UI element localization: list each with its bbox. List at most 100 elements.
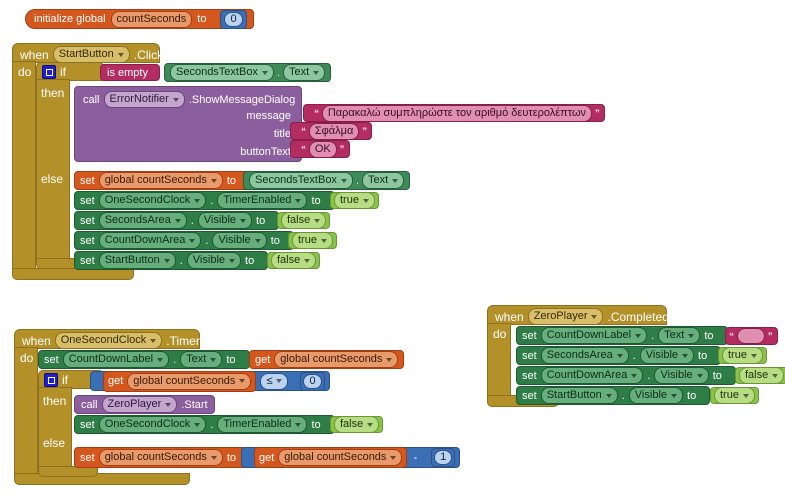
chevron-down-icon[interactable] <box>295 422 302 427</box>
set-component-dropdown[interactable]: SecondsArea <box>98 212 187 229</box>
chevron-down-icon[interactable] <box>295 198 302 203</box>
block-set-onesecondclock-timerenabled[interactable]: set OneSecondClock . TimerEnabled to <box>74 191 335 210</box>
chevron-down-icon[interactable] <box>150 338 157 343</box>
set-component-dropdown[interactable]: StartButton <box>98 252 176 269</box>
block-text-message[interactable]: ❝ Παρακαλώ συμπληρώστε τον αριθμό δευτερ… <box>303 104 605 122</box>
set-property-dropdown[interactable]: Text <box>658 327 701 344</box>
set-property-dropdown[interactable]: Visible <box>628 387 684 404</box>
logic-value-dropdown[interactable]: false <box>739 367 785 384</box>
block-set-countdownarea-visible[interactable]: set CountDownArea . Visible to <box>74 231 294 250</box>
chevron-down-icon[interactable] <box>304 258 311 263</box>
block-initialize-global[interactable]: initialize global countSeconds to 0 <box>25 9 254 29</box>
block-set-onesecondclock-timerenabled-2[interactable]: set OneSecondClock . TimerEnabled to <box>74 415 335 434</box>
chevron-down-icon[interactable] <box>276 379 283 383</box>
block-is-empty[interactable]: is empty <box>100 64 160 81</box>
chevron-down-icon[interactable] <box>367 422 374 427</box>
chevron-down-icon[interactable] <box>210 178 217 183</box>
chevron-down-icon[interactable] <box>591 314 598 319</box>
block-logic-false-2[interactable]: false <box>267 252 321 269</box>
block-set-global-countseconds[interactable]: set global countSeconds to <box>74 171 251 190</box>
comparison-operator-dropdown[interactable]: ≤ <box>260 372 289 390</box>
set-component-dropdown[interactable]: SecondsArea <box>540 347 629 364</box>
logic-value-dropdown[interactable]: true <box>722 347 763 364</box>
logic-value-dropdown[interactable]: false <box>334 416 380 433</box>
logic-value-dropdown[interactable]: true <box>714 387 755 404</box>
global-name-field[interactable]: countSeconds <box>110 10 193 28</box>
chevron-down-icon[interactable] <box>314 218 321 223</box>
block-logic-false-1[interactable]: false <box>277 212 331 229</box>
chevron-down-icon[interactable] <box>605 393 612 398</box>
chevron-down-icon[interactable] <box>390 455 397 460</box>
set-property-dropdown[interactable]: Visible <box>654 367 709 384</box>
getter-property-dropdown[interactable]: Text <box>362 172 405 189</box>
block-getter-secondstextbox-text[interactable]: SecondsTextBox . Text <box>164 63 332 82</box>
set-component-dropdown[interactable]: CountDownArea <box>98 232 202 249</box>
chevron-down-icon[interactable] <box>210 357 217 362</box>
set-component-dropdown[interactable]: OneSecondClock <box>98 416 207 433</box>
chevron-down-icon[interactable] <box>696 373 703 378</box>
block-set-startbutton-visible[interactable]: set StartButton . Visible to <box>74 251 269 270</box>
set-property-dropdown[interactable]: TimerEnabled <box>217 416 308 433</box>
block-subtraction[interactable]: get global countSeconds - 1 <box>241 447 461 468</box>
block-set-countdownarea-visible-2[interactable]: set CountDownArea . Visible to <box>516 366 736 385</box>
block-number-zero[interactable]: 0 <box>300 371 325 391</box>
block-set-secondsarea-visible[interactable]: set SecondsArea . Visible to <box>74 211 280 230</box>
call-component-dropdown[interactable]: ZeroPlayer <box>101 396 178 413</box>
chevron-down-icon[interactable] <box>172 97 179 102</box>
chevron-down-icon[interactable] <box>616 353 623 358</box>
set-property-dropdown[interactable]: Text <box>180 351 223 368</box>
chevron-down-icon[interactable] <box>688 333 695 338</box>
mutator-icon[interactable] <box>44 373 58 387</box>
chevron-down-icon[interactable] <box>362 198 369 203</box>
set-component-dropdown[interactable]: OneSecondClock <box>98 192 207 209</box>
set-property-dropdown[interactable]: Visible <box>186 252 242 269</box>
mutator-icon[interactable] <box>42 65 56 79</box>
block-set-countdownlabel-text-empty[interactable]: set CountDownLabel . Text to <box>516 326 728 345</box>
getter-property-dropdown[interactable]: Text <box>283 64 326 81</box>
get-variable-dropdown[interactable]: global countSeconds <box>127 372 252 390</box>
set-component-dropdown[interactable]: StartButton <box>540 387 618 404</box>
chevron-down-icon[interactable] <box>229 258 236 263</box>
block-call-showmessagedialog[interactable]: call ErrorNotifier .ShowMessageDialog me… <box>74 86 302 162</box>
block-comparison-lte[interactable]: get global countSeconds ≤ 0 <box>90 370 330 392</box>
block-logic-true-3[interactable]: true <box>718 347 767 364</box>
component-dropdown-startbutton[interactable]: StartButton <box>52 46 130 63</box>
chevron-down-icon[interactable] <box>189 238 196 243</box>
number-field[interactable]: 0 <box>224 11 243 27</box>
chevron-down-icon[interactable] <box>174 218 181 223</box>
logic-value-dropdown[interactable]: true <box>334 192 375 209</box>
text-field-message[interactable]: Παρακαλώ συμπληρώστε τον αριθμό δευτερολ… <box>321 104 593 122</box>
chevron-down-icon[interactable] <box>117 52 124 57</box>
chevron-down-icon[interactable] <box>313 70 320 75</box>
chevron-down-icon[interactable] <box>635 333 642 338</box>
set-component-dropdown[interactable]: CountDownLabel <box>62 351 170 368</box>
chevron-down-icon[interactable] <box>194 422 201 427</box>
chevron-down-icon[interactable] <box>320 238 327 243</box>
set-property-dropdown[interactable]: TimerEnabled <box>217 192 308 209</box>
logic-value-dropdown[interactable]: true <box>292 232 333 249</box>
set-component-dropdown[interactable]: CountDownArea <box>540 367 644 384</box>
block-text-title[interactable]: ❝ Σφάλμα ❞ <box>290 122 373 140</box>
get-variable-dropdown[interactable]: global countSeconds <box>278 449 403 466</box>
block-logic-true-4[interactable]: true <box>710 387 759 404</box>
blocks-workspace[interactable]: initialize global countSeconds to 0 when… <box>0 0 785 503</box>
block-logic-true-1[interactable]: true <box>330 192 379 209</box>
block-logic-true-2[interactable]: true <box>288 232 337 249</box>
block-getter-secondstextbox-text-2[interactable]: SecondsTextBox . Text <box>243 171 411 190</box>
set-target-dropdown[interactable]: global countSeconds <box>98 172 223 189</box>
block-set-startbutton-visible-2[interactable]: set StartButton . Visible to <box>516 386 711 405</box>
chevron-down-icon[interactable] <box>340 178 347 183</box>
set-property-dropdown[interactable]: Visible <box>639 347 695 364</box>
set-property-dropdown[interactable]: Visible <box>197 212 253 229</box>
block-text-buttontext[interactable]: ❝ OK ❞ <box>290 140 350 158</box>
set-property-dropdown[interactable]: Visible <box>212 232 267 249</box>
block-logic-false-3[interactable]: false <box>735 367 785 384</box>
chevron-down-icon[interactable] <box>240 218 247 223</box>
chevron-down-icon[interactable] <box>254 238 261 243</box>
block-logic-false-4[interactable]: false <box>330 416 384 433</box>
call-component-dropdown[interactable]: ErrorNotifier <box>103 91 185 108</box>
chevron-down-icon[interactable] <box>682 353 689 358</box>
block-set-global-countseconds-decrement[interactable]: set global countSeconds to <box>74 447 251 468</box>
chevron-down-icon[interactable] <box>750 353 757 358</box>
chevron-down-icon[interactable] <box>392 178 399 183</box>
